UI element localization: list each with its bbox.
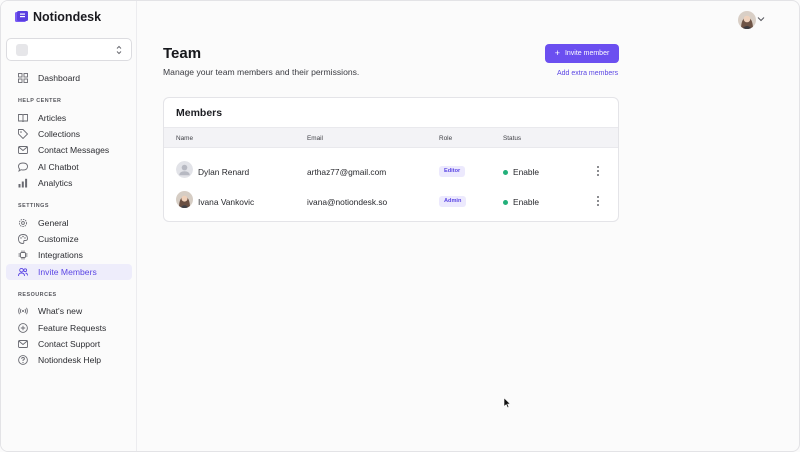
column-header-role: Role	[439, 135, 453, 142]
section-label-resources: RESOURCES	[18, 292, 57, 298]
invite-member-label: Invite member	[564, 50, 610, 57]
more-options-icon[interactable]	[594, 194, 602, 208]
user-photo-icon	[176, 191, 193, 208]
table-row: Ivana Vankovic ivana@notiondesk.so Admin…	[164, 187, 618, 217]
sidebar-item-label: What's new	[38, 306, 83, 316]
column-header-email: Email	[307, 135, 323, 142]
avatar-placeholder	[176, 161, 193, 178]
workspace-avatar	[16, 44, 28, 56]
user-avatar[interactable]	[738, 11, 756, 29]
section-label-settings: SETTINGS	[18, 203, 49, 209]
grid-icon	[18, 73, 28, 83]
role-badge[interactable]: Editor	[439, 166, 466, 177]
page-subtitle: Manage your team members and their permi…	[163, 67, 360, 77]
sidebar-item-feature-requests[interactable]: Feature Requests	[6, 320, 132, 336]
user-photo-icon	[738, 11, 756, 29]
chevron-down-icon[interactable]	[757, 16, 765, 22]
help-circle-icon	[18, 355, 28, 365]
sidebar-item-label: Dashboard	[38, 73, 81, 83]
sidebar-item-articles[interactable]: Articles	[6, 110, 132, 126]
status-dot-icon	[503, 199, 508, 205]
book-icon	[18, 114, 28, 123]
member-name: Ivana Vankovic	[198, 197, 255, 207]
sidebar-item-analytics[interactable]: Analytics	[6, 175, 132, 191]
chevron-up-down-icon	[116, 45, 122, 55]
table-row: Dylan Renard arthaz77@gmail.com Editor E…	[164, 157, 618, 187]
plus-icon: +	[554, 48, 560, 58]
sidebar-item-customize[interactable]: Customize	[6, 231, 132, 247]
status-label: Enable	[513, 197, 540, 207]
sidebar: Notiondesk Dashboard HELP CENTER Article…	[1, 1, 137, 451]
app-logo[interactable]: Notiondesk	[15, 10, 101, 24]
sidebar-item-label: Integrations	[38, 250, 83, 260]
logo-icon	[15, 11, 28, 22]
status-label: Enable	[513, 167, 540, 177]
member-email: ivana@notiondesk.so	[307, 197, 388, 207]
sidebar-item-label: Analytics	[38, 178, 73, 188]
members-card-title: Members	[176, 107, 223, 119]
table-header: Name Email Role Status	[164, 127, 618, 148]
sidebar-item-general[interactable]: General	[6, 215, 132, 231]
sidebar-item-label: Articles	[38, 113, 67, 123]
member-status: Enable	[503, 197, 539, 207]
status-dot-icon	[503, 169, 508, 175]
sidebar-item-label: Contact Support	[38, 339, 101, 349]
chat-bubble-icon	[18, 162, 28, 172]
sidebar-item-contact-messages[interactable]: Contact Messages	[6, 142, 132, 158]
add-extra-members-link[interactable]: Add extra members	[557, 70, 618, 77]
member-name: Dylan Renard	[198, 167, 250, 177]
sidebar-item-label: Customize	[38, 234, 79, 244]
app-window: Notiondesk Dashboard HELP CENTER Article…	[0, 0, 800, 452]
page-title: Team	[163, 45, 202, 62]
sidebar-item-label: Notiondesk Help	[38, 355, 102, 365]
mouse-cursor-icon	[503, 397, 511, 409]
users-icon	[18, 267, 28, 277]
mail-icon	[18, 340, 28, 348]
sidebar-item-contact-support[interactable]: Contact Support	[6, 336, 132, 352]
sidebar-item-ai-chatbot[interactable]: AI Chatbot	[6, 159, 132, 175]
user-placeholder-icon	[176, 161, 193, 178]
column-header-status: Status	[503, 135, 522, 142]
gear-icon	[18, 218, 28, 228]
mail-icon	[18, 146, 28, 154]
sidebar-item-invite-members[interactable]: Invite Members	[6, 264, 132, 280]
more-options-icon[interactable]	[594, 164, 602, 178]
sidebar-item-label: Invite Members	[38, 267, 97, 277]
broadcast-icon	[18, 307, 28, 315]
workspace-select[interactable]	[6, 38, 132, 61]
palette-icon	[18, 234, 28, 244]
member-email: arthaz77@gmail.com	[307, 167, 387, 177]
plus-circle-icon	[18, 323, 28, 333]
member-status: Enable	[503, 167, 539, 177]
section-label-help-center: HELP CENTER	[18, 98, 62, 104]
bar-chart-icon	[18, 178, 28, 188]
sidebar-item-integrations[interactable]: Integrations	[6, 247, 132, 263]
app-name: Notiondesk	[33, 10, 102, 24]
sidebar-item-notiondesk-help[interactable]: Notiondesk Help	[6, 352, 132, 368]
avatar	[176, 191, 193, 208]
sidebar-item-label: Contact Messages	[38, 145, 110, 155]
tag-icon	[18, 129, 28, 139]
column-header-name: Name	[176, 135, 194, 142]
members-card: Members Name Email Role Status Dylan Ren…	[163, 97, 619, 222]
sidebar-item-label: AI Chatbot	[38, 162, 79, 172]
sidebar-item-label: General	[38, 218, 69, 228]
sidebar-item-dashboard[interactable]: Dashboard	[6, 70, 132, 86]
sidebar-item-label: Feature Requests	[38, 323, 107, 333]
plug-icon	[18, 250, 28, 260]
sidebar-item-whats-new[interactable]: What's new	[6, 303, 132, 319]
role-badge[interactable]: Admin	[439, 196, 467, 207]
sidebar-item-label: Collections	[38, 129, 81, 139]
sidebar-item-collections[interactable]: Collections	[6, 126, 132, 142]
invite-member-button[interactable]: + Invite member	[545, 44, 619, 63]
